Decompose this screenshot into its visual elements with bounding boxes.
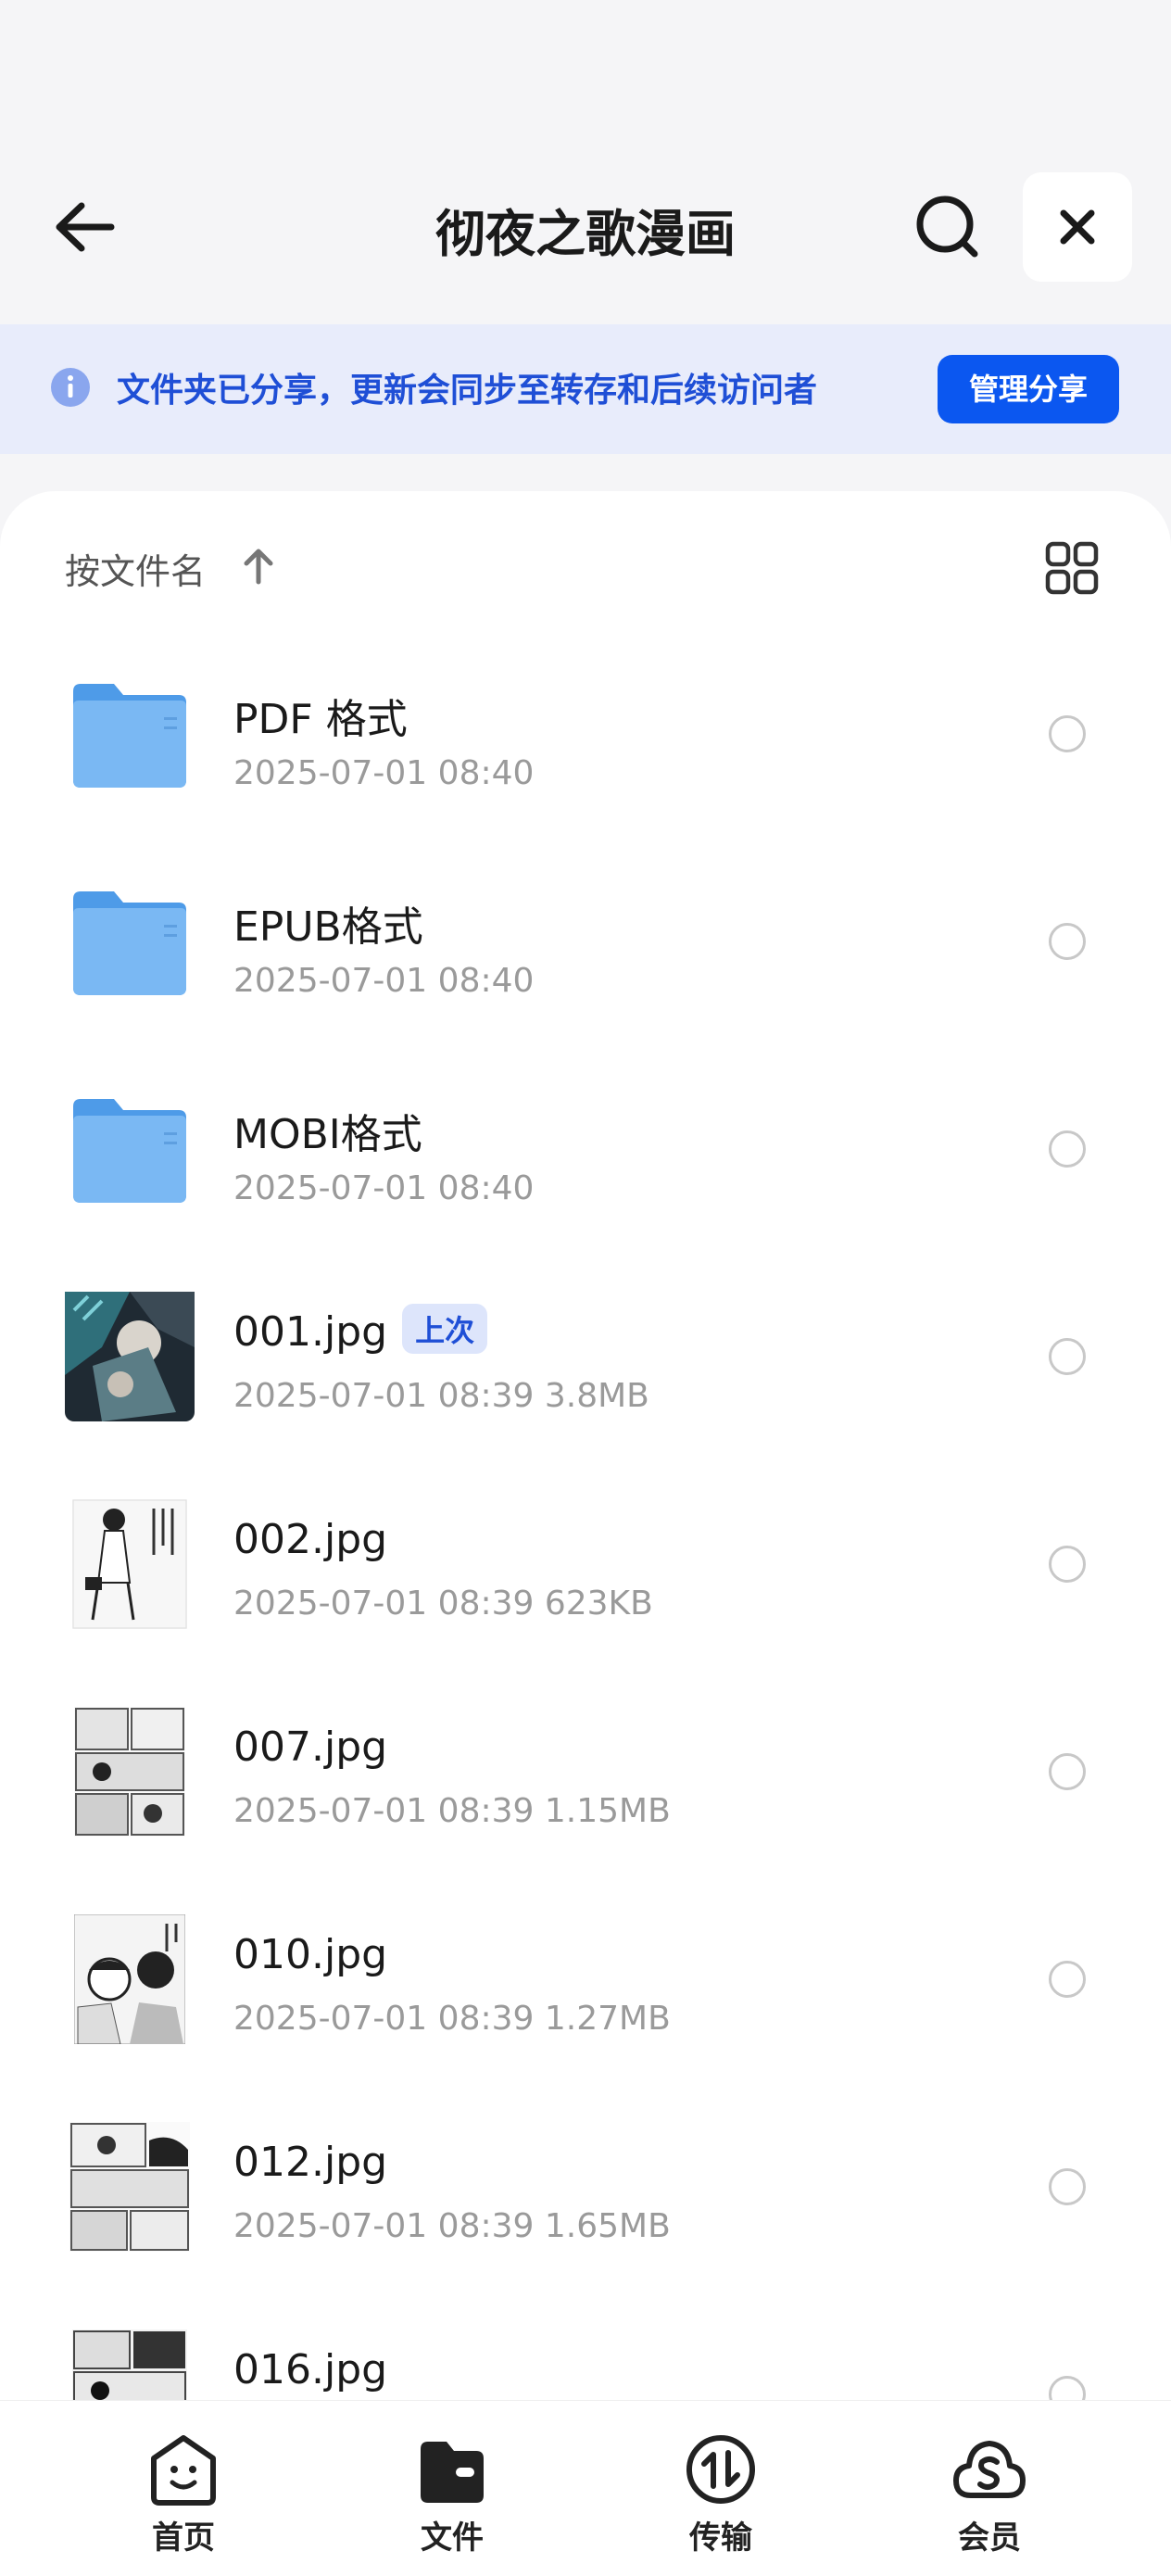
file-name: 016.jpg	[233, 2346, 388, 2393]
file-row[interactable]: EPUB格式 2025-07-01 08:40	[0, 847, 1171, 1054]
file-name: 001.jpg 上次	[233, 1304, 488, 1359]
sort-bar: 按文件名	[0, 491, 1171, 639]
nav-item-home[interactable]: 首页	[100, 2432, 267, 2557]
file-row[interactable]: 012.jpg 2025-07-01 08:39 1.65MB	[0, 2092, 1171, 2300]
bottom-navigation: 首页 文件 传输 会员	[0, 2400, 1171, 2576]
nav-label: 会员	[958, 2519, 1021, 2557]
file-name: 010.jpg	[233, 1931, 388, 1978]
nav-label: 传输	[689, 2519, 752, 2557]
page-title: 彻夜之歌漫画	[435, 205, 736, 263]
file-name: 007.jpg	[233, 1724, 388, 1771]
select-checkbox[interactable]	[1049, 1961, 1086, 1998]
nav-item-vip[interactable]: 会员	[906, 2432, 1073, 2557]
home-smile-icon	[151, 2435, 216, 2506]
file-meta: 2025-07-01 08:39 1.15MB	[233, 1792, 671, 1830]
file-list: PDF 格式 2025-07-01 08:40 EPUB格式 2025-07-0…	[0, 639, 1171, 2400]
sort-by-name-button[interactable]: 按文件名	[65, 543, 206, 594]
select-checkbox[interactable]	[1049, 2168, 1086, 2205]
file-meta: 2025-07-01 08:39 623KB	[233, 1585, 653, 1623]
file-name: EPUB格式	[233, 903, 423, 951]
nav-label: 文件	[421, 2519, 484, 2557]
file-row[interactable]: 002.jpg 2025-07-01 08:39 623KB	[0, 1470, 1171, 1677]
info-icon	[51, 368, 90, 407]
select-checkbox[interactable]	[1049, 1546, 1086, 1583]
image-thumbnail	[65, 1499, 195, 1629]
select-checkbox[interactable]	[1049, 2376, 1086, 2400]
image-thumbnail	[65, 2122, 195, 2252]
grid-view-icon[interactable]	[1043, 539, 1101, 597]
file-panel: 按文件名 PDF 格式 2025-07-01 08:40 EPUB格式 2025…	[0, 491, 1171, 2400]
select-checkbox[interactable]	[1049, 923, 1086, 960]
share-notice-text: 文件夹已分享，更新会同步至转存和后续访问者	[117, 372, 818, 410]
image-thumbnail	[65, 1292, 195, 1421]
manage-share-button[interactable]: 管理分享	[938, 355, 1119, 423]
search-icon	[916, 196, 978, 258]
select-checkbox[interactable]	[1049, 1130, 1086, 1168]
file-meta: 2025-07-01 08:39 1.65MB	[233, 2207, 671, 2245]
file-row[interactable]: 001.jpg 上次 2025-07-01 08:39 3.8MB	[0, 1262, 1171, 1470]
file-name: 012.jpg	[233, 2139, 388, 2186]
file-row[interactable]: 007.jpg 2025-07-01 08:39 1.15MB	[0, 1677, 1171, 1885]
select-checkbox[interactable]	[1049, 1338, 1086, 1375]
file-meta: 2025-07-01 08:40	[233, 754, 535, 792]
file-row[interactable]: 010.jpg 2025-07-01 08:39 1.27MB	[0, 1885, 1171, 2092]
nav-label: 首页	[152, 2519, 215, 2557]
top-bar: 彻夜之歌漫画	[0, 0, 1171, 324]
file-row[interactable]: 016.jpg	[0, 2300, 1171, 2400]
file-name: PDF 格式	[233, 696, 408, 743]
file-name-text: 001.jpg	[233, 1308, 388, 1356]
file-meta: 2025-07-01 08:39 1.27MB	[233, 2000, 671, 2038]
file-name: 002.jpg	[233, 1516, 388, 1563]
close-button[interactable]	[1023, 172, 1132, 282]
file-meta: 2025-07-01 08:40	[233, 1169, 535, 1207]
image-thumbnail	[65, 1707, 195, 1837]
last-opened-badge: 上次	[402, 1304, 488, 1354]
folder-icon	[65, 669, 195, 799]
vip-cloud-icon	[953, 2441, 1026, 2498]
file-meta: 2025-07-01 08:40	[233, 962, 535, 1000]
arrow-up-icon[interactable]	[237, 545, 280, 587]
folder-icon	[65, 877, 195, 1006]
nav-item-files[interactable]: 文件	[369, 2432, 535, 2557]
search-button[interactable]	[906, 185, 989, 269]
folder-files-icon	[421, 2442, 484, 2503]
folder-icon	[65, 1084, 195, 1214]
image-thumbnail	[65, 2330, 195, 2400]
transfer-icon	[686, 2435, 755, 2504]
file-row[interactable]: MOBI格式 2025-07-01 08:40	[0, 1054, 1171, 1262]
file-name: MOBI格式	[233, 1111, 422, 1158]
image-thumbnail	[65, 1914, 195, 2044]
select-checkbox[interactable]	[1049, 715, 1086, 752]
file-row[interactable]: PDF 格式 2025-07-01 08:40	[0, 639, 1171, 847]
select-checkbox[interactable]	[1049, 1753, 1086, 1790]
close-icon	[1060, 209, 1095, 245]
nav-item-transfer[interactable]: 传输	[637, 2432, 804, 2557]
file-meta: 2025-07-01 08:39 3.8MB	[233, 1377, 649, 1415]
